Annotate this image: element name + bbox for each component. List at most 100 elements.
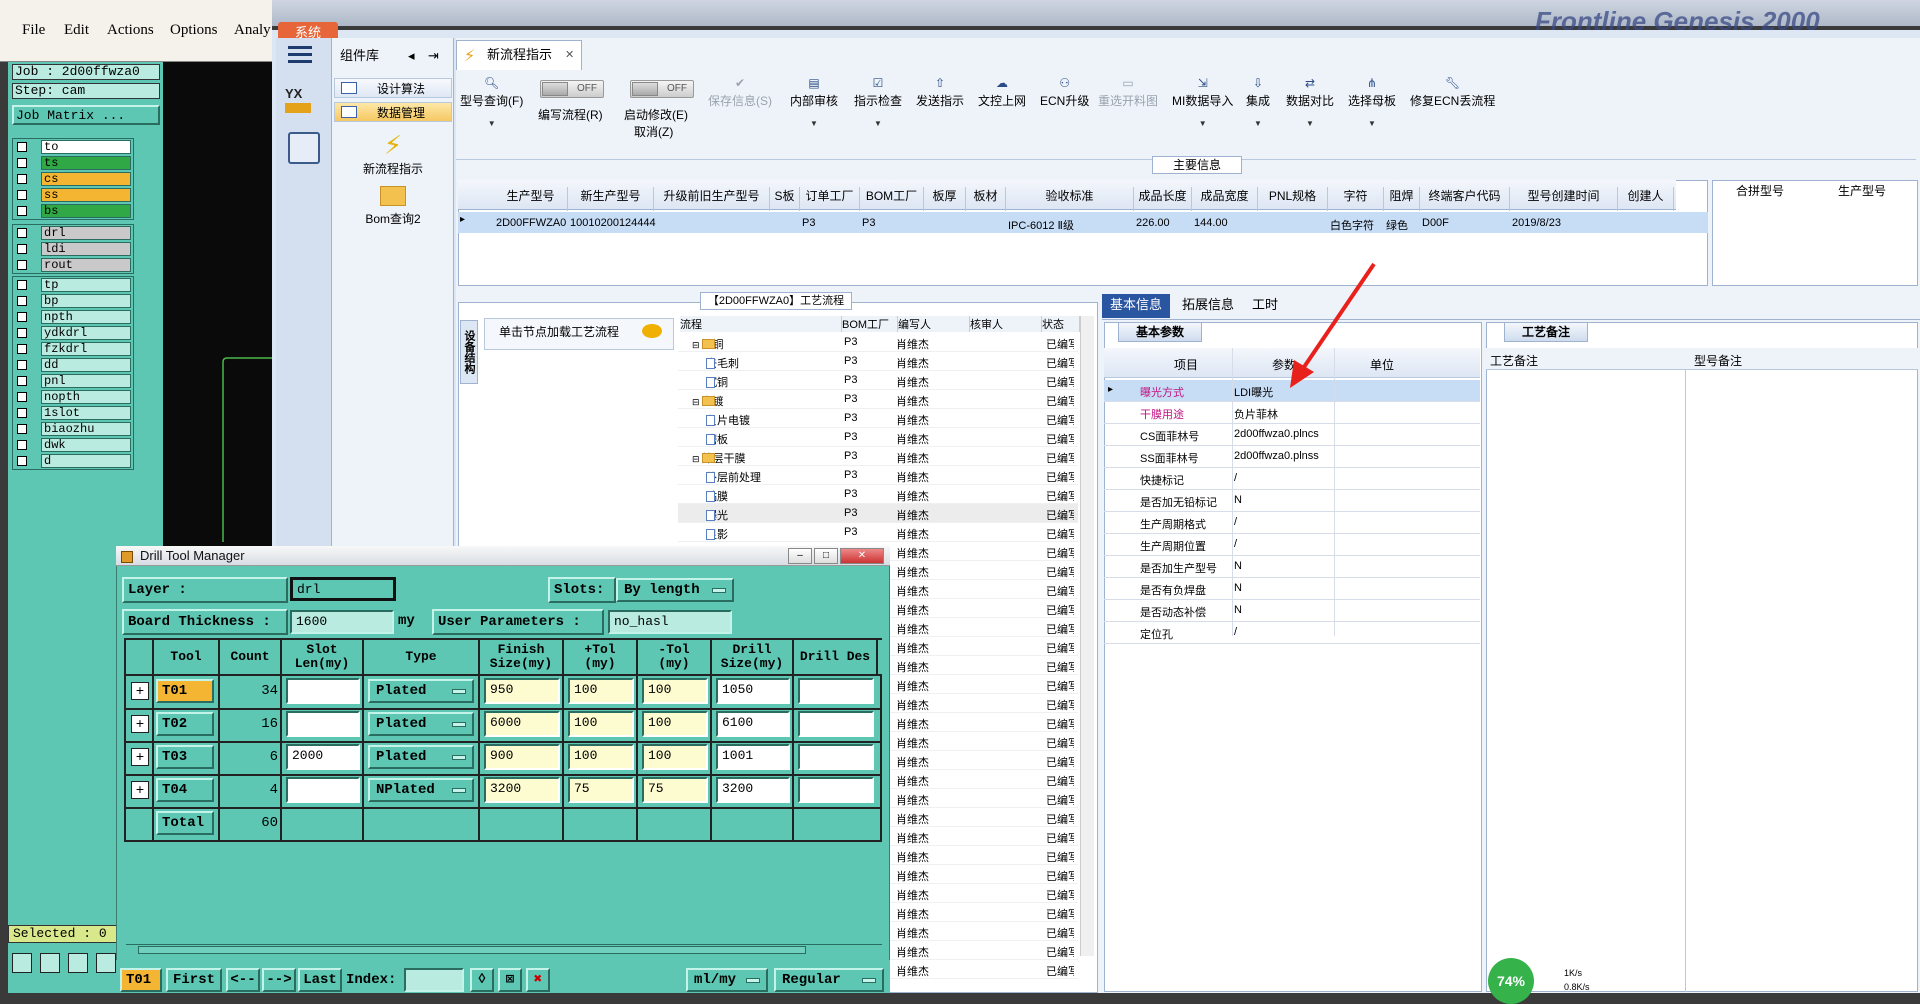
- next-button[interactable]: -->: [262, 968, 296, 992]
- layer-name[interactable]: rout: [41, 258, 131, 272]
- plus-tol-input[interactable]: 75: [568, 777, 634, 803]
- param-row[interactable]: 是否有负焊盘 N: [1104, 578, 1480, 600]
- param-row[interactable]: 定位孔 /: [1104, 622, 1480, 644]
- param-value[interactable]: 负片菲林: [1234, 406, 1278, 422]
- first-button[interactable]: First: [166, 968, 222, 992]
- tree-node[interactable]: 曝光: [706, 507, 728, 523]
- unit-dropdown[interactable]: ml/my: [686, 968, 768, 992]
- tree-row[interactable]: 磨板 P3 肖维杰 已编写: [678, 428, 1078, 447]
- fix-ecn-button[interactable]: 🔧︎ 修复ECN丢流程: [1410, 76, 1495, 109]
- layer-name[interactable]: pnl: [41, 374, 131, 388]
- close-icon[interactable]: ✕: [840, 548, 884, 564]
- layer-checkbox[interactable]: [17, 190, 27, 200]
- param-value[interactable]: LDI曝光: [1234, 384, 1273, 400]
- type-dropdown[interactable]: Plated: [368, 712, 474, 736]
- hamburger-menu-icon[interactable]: [288, 46, 312, 66]
- drill-size-input[interactable]: 1001: [716, 744, 790, 770]
- slot-length-input[interactable]: [286, 777, 360, 803]
- tree-node[interactable]: 磨板: [706, 431, 728, 447]
- minus-tol-input[interactable]: 100: [642, 678, 708, 704]
- main-info-col-header[interactable]: 板厚: [924, 187, 966, 211]
- type-dropdown[interactable]: Plated: [368, 745, 474, 769]
- drill-col-header[interactable]: Slot Len(my): [282, 640, 364, 674]
- param-row[interactable]: SS面菲林号 2d00ffwza0.plnss: [1104, 446, 1480, 468]
- layer-row[interactable]: ss: [13, 187, 133, 203]
- layer-checkbox[interactable]: [17, 408, 27, 418]
- tree-node[interactable]: ⊟沉铜: [692, 336, 724, 352]
- main-info-col-header[interactable]: 升级前旧生产型号: [654, 187, 770, 211]
- tree-row[interactable]: 贴膜 P3 肖维杰 已编写: [678, 485, 1078, 504]
- menu-actions[interactable]: Actions: [107, 22, 154, 39]
- tree-node[interactable]: 负片电镀: [706, 412, 750, 428]
- layer-checkbox[interactable]: [17, 174, 27, 184]
- layer-checkbox[interactable]: [17, 424, 27, 434]
- expand-tool-icon[interactable]: +: [131, 682, 149, 700]
- mi-import-button[interactable]: ⇲ MI数据导入 ▼: [1172, 76, 1233, 128]
- cancel-label[interactable]: 取消(Z): [634, 123, 673, 140]
- layer-name[interactable]: ydkdrl: [41, 326, 131, 340]
- drill-size-input[interactable]: 1050: [716, 678, 790, 704]
- layer-checkbox[interactable]: [17, 376, 27, 386]
- scrollbar-thumb[interactable]: [138, 946, 806, 954]
- tree-row[interactable]: 负片电镀 P3 肖维杰 已编写: [678, 409, 1078, 428]
- prev-button[interactable]: <--: [226, 968, 260, 992]
- tree-row[interactable]: 曝光 P3 肖维杰 已编写: [678, 504, 1078, 523]
- new-flow-shortcut[interactable]: ⚡ 新流程指示: [340, 130, 446, 177]
- layer-checkbox[interactable]: [17, 142, 27, 152]
- expand-icon[interactable]: ⊟: [692, 340, 700, 350]
- tool-name[interactable]: T03: [156, 745, 214, 769]
- tree-row[interactable]: ⊟ 外层干膜 P3 肖维杰 已编写: [678, 447, 1078, 466]
- grid-icon[interactable]: [68, 953, 88, 973]
- drill-col-header[interactable]: Drill Des: [794, 640, 878, 674]
- tab-basic-info[interactable]: 基本信息: [1102, 294, 1171, 318]
- slots-dropdown[interactable]: By length: [616, 578, 734, 602]
- layer-name[interactable]: d: [41, 454, 131, 468]
- menu-analysis[interactable]: Analy: [234, 22, 271, 39]
- layer-row[interactable]: ldi: [13, 241, 133, 257]
- minus-tol-input[interactable]: 75: [642, 777, 708, 803]
- layer-row[interactable]: rout: [13, 257, 133, 273]
- layer-row[interactable]: nopth: [13, 389, 133, 405]
- reset-icon[interactable]: ◊: [470, 968, 494, 992]
- menu-file[interactable]: File: [22, 22, 45, 39]
- close-icon[interactable]: ✕: [565, 48, 574, 61]
- drill-col-header[interactable]: Count: [220, 640, 282, 674]
- layer-checkbox[interactable]: [17, 260, 27, 270]
- board-thickness-field[interactable]: 1600: [290, 610, 394, 634]
- param-row[interactable]: 是否动态补偿 N: [1104, 600, 1480, 622]
- layer-checkbox[interactable]: [17, 392, 27, 402]
- param-row[interactable]: 是否加生产型号 N: [1104, 556, 1480, 578]
- tree-node[interactable]: ⊟电镀: [692, 393, 724, 409]
- tree-node[interactable]: 去毛刺: [706, 355, 739, 371]
- main-info-col-header[interactable]: 成品长度: [1134, 187, 1192, 211]
- pin-icon[interactable]: ⇥: [428, 44, 439, 68]
- main-info-col-header[interactable]: BOM工厂: [860, 187, 924, 211]
- drill-des-input[interactable]: [798, 777, 874, 803]
- main-info-col-header[interactable]: S板: [770, 187, 800, 211]
- collapse-left-icon[interactable]: ◂: [408, 44, 415, 68]
- data-compare-button[interactable]: ⇄ 数据对比 ▼: [1286, 76, 1334, 128]
- start-modify-toggle[interactable]: OFF: [630, 80, 694, 98]
- finish-size-input[interactable]: 950: [484, 678, 560, 704]
- param-row[interactable]: 是否加无铅标记 N: [1104, 490, 1480, 512]
- layer-checkbox[interactable]: [17, 206, 27, 216]
- maximize-icon[interactable]: □: [814, 548, 838, 564]
- layer-row[interactable]: biaozhu: [13, 421, 133, 437]
- model-query-button[interactable]: 🔍︎ 型号查询(F) ▼: [460, 76, 523, 128]
- internal-review-button[interactable]: ▤ 内部审核 ▼: [790, 76, 838, 128]
- layer-row[interactable]: dd: [13, 357, 133, 373]
- minus-tol-input[interactable]: 100: [642, 744, 708, 770]
- calculator-icon[interactable]: [288, 132, 320, 164]
- ecn-upgrade-button[interactable]: ⚇ ECN升级: [1040, 76, 1089, 109]
- drill-col-header[interactable]: Type: [364, 640, 480, 674]
- tool-name[interactable]: T02: [156, 712, 214, 736]
- tree-row[interactable]: 显影 P3 肖维杰 已编写: [678, 523, 1078, 542]
- slot-length-input[interactable]: [286, 678, 360, 704]
- layer-checkbox[interactable]: [17, 328, 27, 338]
- layer-name[interactable]: fzkdrl: [41, 342, 131, 356]
- plus-tol-input[interactable]: 100: [568, 678, 634, 704]
- drill-des-input[interactable]: [798, 711, 874, 737]
- param-row[interactable]: 快捷标记 /: [1104, 468, 1480, 490]
- expand-icon[interactable]: ⊟: [692, 454, 700, 464]
- main-info-col-header[interactable]: 订单工厂: [800, 187, 860, 211]
